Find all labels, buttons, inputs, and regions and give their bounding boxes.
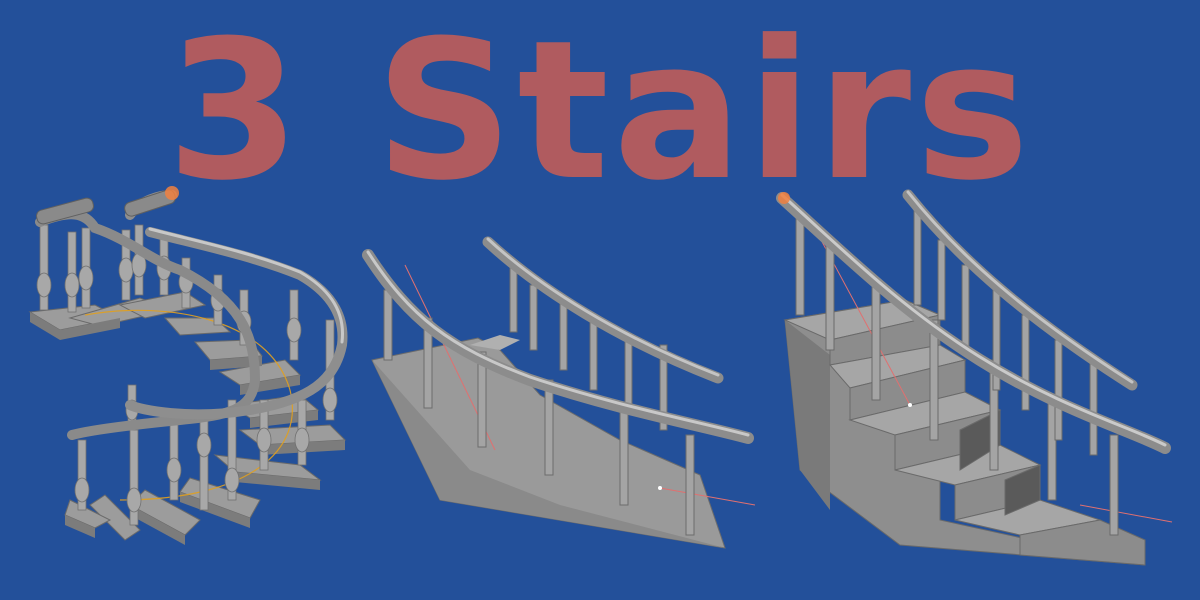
canvas: { "title": "3 Stairs", "colors": { "back… [0, 0, 1200, 600]
ramp-staircase [362, 236, 756, 549]
baluster-18 [74, 439, 90, 511]
stepped-origin-dot [908, 403, 912, 407]
ramp-handrail-back [482, 236, 724, 384]
baluster-10 [286, 289, 302, 361]
baluster-5 [131, 224, 147, 296]
stepped-staircase [776, 189, 1173, 566]
ramp-handrail-back-hl [486, 237, 720, 377]
baluster-1 [36, 224, 52, 311]
spiral-staircase [28, 186, 348, 545]
baluster-2 [64, 231, 80, 313]
title-text: 3 Stairs [166, 0, 1034, 223]
ramp-origin-dot [658, 486, 662, 490]
baluster-3 [78, 227, 94, 309]
